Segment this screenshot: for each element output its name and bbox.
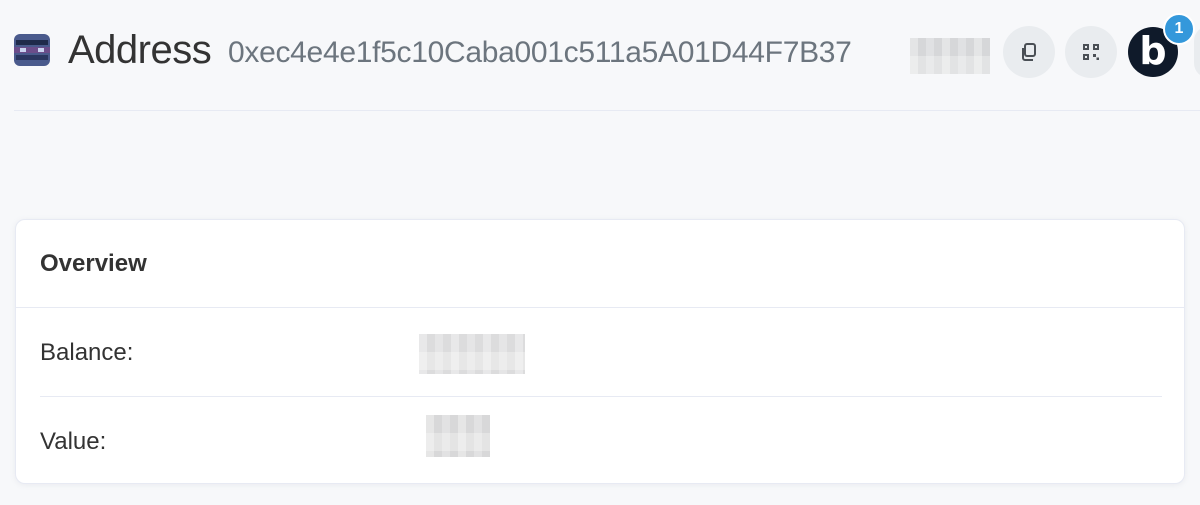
header-divider: [14, 110, 1200, 111]
overview-title: Overview: [40, 250, 147, 277]
address-hash[interactable]: 0xec4e4e1f5c10Caba001c511a5A01D44F7B37: [228, 34, 852, 72]
overview-card-header: Overview: [16, 220, 1184, 308]
notification-badge[interactable]: 1: [1163, 13, 1195, 45]
redacted-value-amount: [426, 415, 490, 457]
copy-icon: [1022, 43, 1036, 61]
redacted-balance-value: [419, 334, 525, 374]
copy-address-button[interactable]: [1003, 26, 1055, 78]
balance-label: Balance:: [40, 339, 134, 366]
value-label: Value:: [40, 428, 107, 455]
qr-code-button[interactable]: [1065, 26, 1117, 78]
page-title: Address: [68, 28, 212, 72]
qr-code-icon: [1083, 44, 1099, 60]
blockie-avatar-icon: [14, 34, 50, 66]
balance-row: Balance:: [16, 308, 1184, 396]
page: Address 0xec4e4e1f5c10Caba001c511a5A01D4…: [0, 0, 1200, 505]
value-row: Value:: [16, 397, 1184, 483]
page-header: Address 0xec4e4e1f5c10Caba001c511a5A01D4…: [0, 0, 1200, 110]
redacted-address-suffix: [910, 38, 990, 74]
more-button[interactable]: [1194, 26, 1200, 78]
overview-card: Overview Balance: Value:: [15, 219, 1185, 484]
